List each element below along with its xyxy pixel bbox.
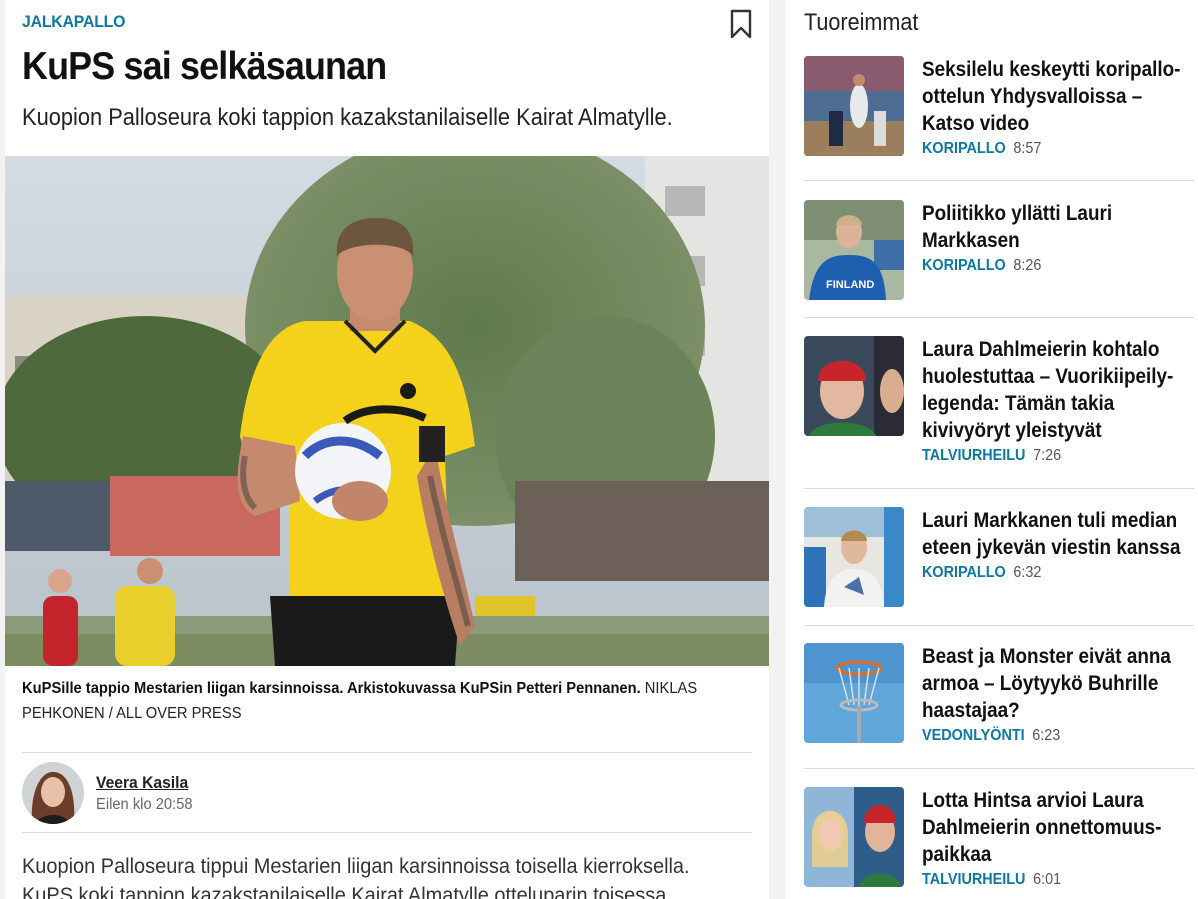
separator [804, 768, 1194, 769]
photo-caption: KuPSille tappio Mestarien liigan karsinn… [22, 676, 698, 726]
article: JALKAPALLO KuPS sai selkäsaunan Kuopion … [5, 0, 769, 899]
news-title: Lotta Hintsa arvioi Laura Dahlmeierin on… [922, 789, 1162, 866]
news-title: Laura Dahlmeierin kohtalo huolestuttaa –… [922, 338, 1174, 442]
news-time: 7:26 [1033, 447, 1062, 464]
svg-text:FINLAND: FINLAND [826, 279, 874, 291]
avatar [22, 762, 84, 824]
news-meta: KORIPALLO 8:57 [922, 140, 1174, 158]
news-time: 6:01 [1033, 871, 1062, 888]
basketball-game-thumbnail [804, 56, 904, 156]
finland-player-thumbnail: FINLAND [804, 200, 904, 300]
author-name[interactable]: Veera Kasila [96, 773, 193, 793]
news-title: Lauri Markkanen tuli median eteen jykevä… [922, 509, 1181, 559]
news-category[interactable]: TALVIURHEILU [922, 871, 1025, 888]
news-title: Seksilelu keskeytti koripallo-ottelun Yh… [922, 58, 1181, 135]
publish-time: Eilen klo 20:58 [96, 795, 193, 813]
news-category[interactable]: KORIPALLO [922, 140, 1006, 157]
caption-text: KuPSille tappio Mestarien liigan karsinn… [22, 680, 641, 697]
news-title: Poliitikko yllätti Lauri Markkasen [922, 202, 1113, 252]
news-item[interactable]: Beast ja Monster eivät anna armoa – Löyt… [804, 643, 1194, 745]
separator [804, 317, 1194, 318]
author-row: Veera Kasila Eilen klo 20:58 [22, 762, 201, 824]
news-category[interactable]: TALVIURHEILU [922, 447, 1025, 464]
news-category[interactable]: KORIPALLO [922, 257, 1006, 274]
news-time: 6:23 [1032, 727, 1061, 744]
separator [804, 488, 1194, 489]
disc-golf-basket-thumbnail [804, 643, 904, 743]
news-item[interactable]: Lotta Hintsa arvioi Laura Dahlmeierin on… [804, 787, 1194, 889]
article-body: Kuopion Palloseura tippui Mestarien liig… [22, 855, 690, 899]
news-item[interactable]: Laura Dahlmeierin kohtalo huolestuttaa –… [804, 336, 1194, 465]
football-player-photo [5, 156, 769, 666]
news-item[interactable]: Lauri Markkanen tuli median eteen jykevä… [804, 507, 1194, 607]
biathlete-portrait-thumbnail [804, 336, 904, 436]
news-time: 8:26 [1013, 257, 1042, 274]
sidebar-title: Tuoreimmat [804, 9, 919, 36]
news-time: 8:57 [1013, 140, 1042, 157]
news-item[interactable]: FINLAND Poliitikko yllätti Lauri Markkas… [804, 200, 1194, 300]
article-lead: Kuopion Palloseura koki tappion kazaksta… [22, 104, 673, 131]
bookmark-icon[interactable] [729, 9, 753, 39]
news-meta: KORIPALLO 6:32 [922, 564, 1174, 582]
news-item[interactable]: Seksilelu keskeytti koripallo-ottelun Yh… [804, 56, 1194, 158]
news-category[interactable]: VEDONLYÖNTI [922, 727, 1025, 744]
article-headline: KuPS sai selkäsaunan [22, 45, 387, 88]
news-category[interactable]: KORIPALLO [922, 564, 1006, 581]
news-meta: TALVIURHEILU 7:26 [922, 447, 1174, 465]
news-meta: TALVIURHEILU 6:01 [922, 871, 1174, 889]
article-photo [5, 156, 769, 666]
press-conference-thumbnail [804, 507, 904, 607]
two-women-thumbnail [804, 787, 904, 887]
separator [804, 625, 1194, 626]
news-title: Beast ja Monster eivät anna armoa – Löyt… [922, 645, 1171, 722]
news-meta: VEDONLYÖNTI 6:23 [922, 727, 1174, 745]
separator [804, 180, 1194, 181]
article-category[interactable]: JALKAPALLO [22, 12, 701, 32]
divider [22, 752, 752, 753]
divider [22, 832, 752, 833]
news-meta: KORIPALLO 8:26 [922, 257, 1174, 275]
news-time: 6:32 [1013, 564, 1042, 581]
latest-news-sidebar: Tuoreimmat Seksilelu keskeytti koripallo… [786, 0, 1198, 899]
